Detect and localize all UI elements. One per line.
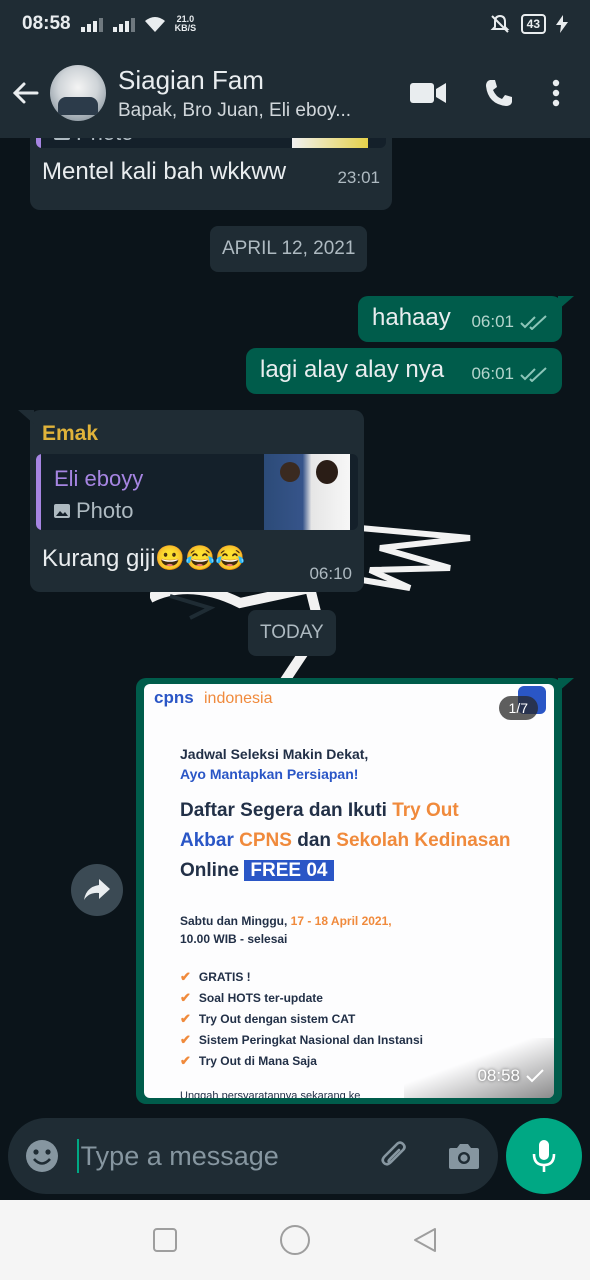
quoted-thumbnail xyxy=(264,454,350,530)
message-time: 08:58 xyxy=(477,1066,520,1085)
poster-brand-sub: indonesia xyxy=(204,690,273,707)
mic-button[interactable] xyxy=(506,1118,582,1194)
attach-button[interactable] xyxy=(361,1118,430,1194)
signal-icon-2 xyxy=(112,16,135,32)
mute-icon xyxy=(490,14,510,33)
poster-headline: Akbar CPNS dan Sekolah Kedinasan xyxy=(180,830,511,851)
video-call-icon[interactable] xyxy=(410,81,446,105)
back-button[interactable] xyxy=(0,48,50,138)
double-check-icon xyxy=(520,367,547,382)
more-options-icon[interactable] xyxy=(552,79,560,107)
status-bar: 08:58 21.0 KB/S 43 xyxy=(0,0,590,48)
signal-icon xyxy=(80,16,103,32)
wifi-icon xyxy=(144,17,165,32)
poster-line: Jadwal Seleksi Makin Dekat, xyxy=(180,746,369,762)
input-box xyxy=(8,1118,498,1194)
chat-participants: Bapak, Bro Juan, Eli eboy... xyxy=(118,99,352,121)
emoji-icon xyxy=(26,1140,59,1172)
emoji-button[interactable] xyxy=(8,1118,77,1194)
message-bubble[interactable]: Photo Mentel kali bah wkkww 23:01 xyxy=(30,138,392,210)
chat-title-area[interactable]: Siagian Fam Bapak, Bro Juan, Eli eboy... xyxy=(118,65,410,122)
back-nav-icon xyxy=(414,1228,436,1252)
quoted-sender: Eli eboyy xyxy=(54,466,144,491)
poster-date: Sabtu dan Minggu, 17 - 18 April 2021, xyxy=(180,914,392,928)
image-counter: 1/7 xyxy=(498,696,538,720)
voice-call-icon[interactable] xyxy=(484,78,514,108)
list-item: ✔ Try Out di Mana Saja xyxy=(180,1052,317,1068)
message-text: hahaay xyxy=(372,304,451,331)
poster-time: 10.00 WIB - selesai xyxy=(180,932,288,946)
mic-icon xyxy=(532,1140,556,1172)
check-icon: ✔ xyxy=(180,989,191,1005)
forward-button[interactable] xyxy=(71,864,123,916)
sender-name: Emak xyxy=(42,422,99,445)
photo-icon xyxy=(54,504,70,518)
battery-indicator: 43 xyxy=(520,14,546,34)
forward-icon xyxy=(84,879,110,900)
check-icon: ✔ xyxy=(180,968,191,984)
home-button[interactable] xyxy=(275,1220,315,1260)
message-text: lagi alay alay nya xyxy=(260,356,445,383)
poster-benefits: ✔ GRATIS ! ✔ Soal HOTS ter-update ✔ Try Out… xyxy=(180,966,423,1071)
recents-button[interactable] xyxy=(145,1220,185,1260)
date-divider: TODAY xyxy=(248,610,336,656)
message-bubble-outgoing[interactable]: hahaay 06:01 xyxy=(358,296,574,342)
message-input-wrap xyxy=(76,1118,361,1194)
back-nav-button[interactable] xyxy=(405,1220,445,1260)
message-time: 06:10 xyxy=(309,564,352,583)
message-text: Kurang giji😀😂😂 xyxy=(42,545,246,572)
attach-icon xyxy=(381,1141,406,1166)
date-divider: APRIL 12, 2021 xyxy=(210,226,368,272)
quoted-photo-label: Photo xyxy=(54,138,134,146)
system-nav-bar xyxy=(0,1200,590,1280)
group-avatar[interactable] xyxy=(50,65,106,121)
chat-title: Siagian Fam xyxy=(118,64,264,95)
quoted-thumbnail xyxy=(292,138,368,148)
message-composer xyxy=(0,1118,590,1200)
message-time: 23:01 xyxy=(337,168,380,187)
chat-area[interactable]: Photo Mentel kali bah wkkww 23:01 APRIL … xyxy=(0,138,590,1118)
quoted-photo-label: Photo xyxy=(54,498,134,524)
poster-brand: cpns xyxy=(154,688,194,707)
poster-headline: Daftar Segera dan Ikuti Try Out xyxy=(180,800,459,821)
recents-icon xyxy=(153,1228,177,1252)
quoted-message[interactable]: Eli eboyy Photo xyxy=(36,454,358,530)
check-icon: ✔ xyxy=(180,1031,191,1047)
message-meta: 08:58 xyxy=(477,1066,544,1086)
back-arrow-icon xyxy=(12,82,39,104)
camera-button[interactable] xyxy=(429,1118,498,1194)
quoted-message[interactable]: Photo xyxy=(36,138,386,148)
list-item: ✔ Sistem Peringkat Nasional dan Instansi xyxy=(180,1031,423,1047)
single-check-icon xyxy=(526,1069,544,1083)
message-input[interactable] xyxy=(80,1140,361,1172)
poster-line: Ayo Mantapkan Persiapan! xyxy=(180,766,359,782)
chat-header: Siagian Fam Bapak, Bro Juan, Eli eboy... xyxy=(0,48,590,138)
charging-icon xyxy=(556,15,568,33)
photo-icon xyxy=(54,138,70,140)
check-icon: ✔ xyxy=(180,1052,191,1068)
list-item: ✔ GRATIS ! xyxy=(180,968,251,984)
message-time: 06:01 xyxy=(471,312,514,331)
home-icon xyxy=(280,1225,310,1255)
camera-icon xyxy=(448,1144,479,1169)
poster-footer: Unggah persyaratannya sekarang ke xyxy=(180,1090,361,1098)
list-item: ✔ Try Out dengan sistem CAT xyxy=(180,1010,356,1026)
message-meta: 06:01 xyxy=(471,312,548,332)
image-message[interactable]: cpns indonesia 1/7 Jadwal Seleksi Makin … xyxy=(136,678,574,1104)
message-bubble-outgoing[interactable]: lagi alay alay nya 06:01 xyxy=(246,348,562,394)
message-time: 06:01 xyxy=(471,364,514,383)
message-text: Mentel kali bah wkkww xyxy=(42,158,287,185)
bubble-tail xyxy=(558,296,574,310)
bubble-tail xyxy=(558,678,574,692)
network-speed: 21.0 KB/S xyxy=(174,14,197,33)
message-bubble-incoming[interactable]: Emak Eli eboyy Photo Kurang giji😀😂😂 06:1… xyxy=(18,410,364,592)
double-check-icon xyxy=(520,315,547,330)
poster-headline: Online FREE 04 xyxy=(180,860,334,882)
list-item: ✔ Soal HOTS ter-update xyxy=(180,989,323,1005)
bubble-tail xyxy=(18,410,34,424)
image-content[interactable]: cpns indonesia 1/7 Jadwal Seleksi Makin … xyxy=(144,684,554,1098)
message-meta: 06:01 xyxy=(471,364,548,384)
status-time: 08:58 xyxy=(22,13,71,34)
check-icon: ✔ xyxy=(180,1010,191,1026)
